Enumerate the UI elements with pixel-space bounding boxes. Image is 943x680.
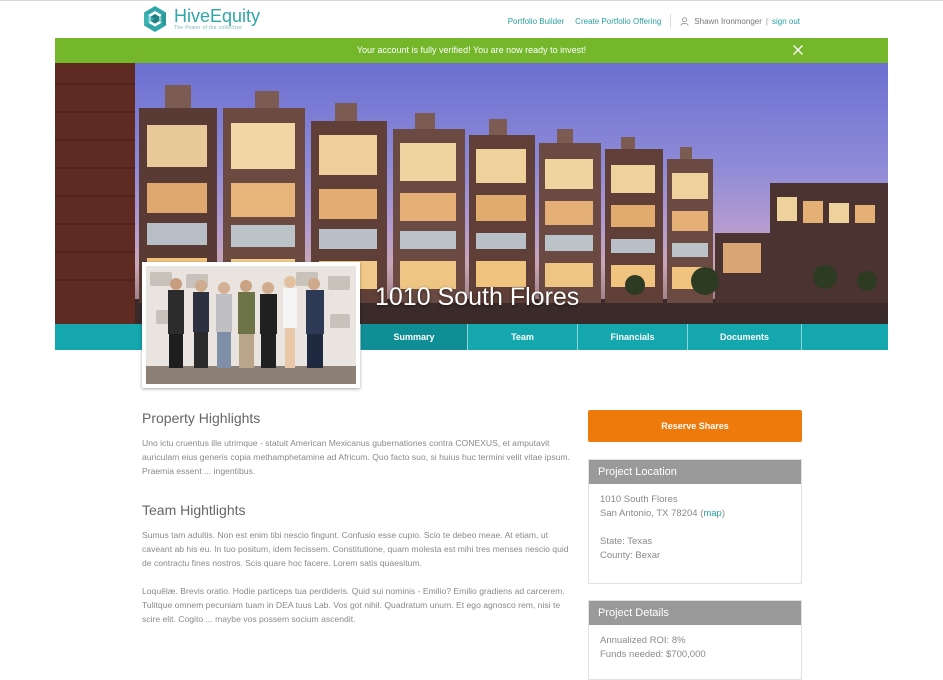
team-photo (142, 262, 360, 388)
user-menu[interactable]: Shawn Ironmonger (680, 17, 762, 26)
user-name: Shawn Ironmonger (694, 16, 762, 26)
nav-divider (670, 14, 672, 28)
location-county: County: Bexar (600, 550, 661, 561)
user-icon (680, 16, 689, 26)
top-nav: Portfolio Builder Create Portfolio Offer… (508, 14, 800, 28)
project-location-title: Project Location (589, 460, 801, 484)
reserve-shares-button[interactable]: Reserve Shares (588, 410, 802, 442)
property-title: 1010 South Flores (375, 283, 580, 311)
team-highlights-text-2: Loquělæ. Brevis oratio. Hodie particeps … (142, 586, 565, 624)
funds-needed: Funds needed: $700,000 (600, 649, 706, 660)
address-line-1: 1010 South Flores (600, 494, 678, 505)
tab-summary[interactable]: Summary (360, 324, 468, 350)
brand-logo[interactable]: HiveEquity The Power of the collective (141, 5, 260, 33)
sign-out-link[interactable]: sign out (772, 17, 800, 26)
property-highlights-title: Property Highlights (142, 410, 261, 426)
location-state: State: Texas (600, 536, 653, 547)
annualized-roi: Annualized ROI: 8% (600, 635, 686, 646)
tab-team[interactable]: Team (468, 324, 578, 350)
project-location-panel: Project Location 1010 South Flores San A… (588, 459, 802, 584)
nav-portfolio-builder[interactable]: Portfolio Builder (508, 17, 564, 26)
site-header: HiveEquity The Power of the collective P… (55, 1, 888, 38)
nav-separator: | (765, 16, 768, 26)
brand-name: HiveEquity (174, 6, 261, 26)
brand-tagline: The Power of the collective (174, 25, 243, 31)
team-highlights-title: Team Hightlights (142, 502, 246, 518)
team-photo-image (146, 266, 356, 384)
project-details-title: Project Details (589, 601, 801, 625)
banner-message: Your account is fully verified! You are … (356, 45, 587, 55)
verified-banner: Your account is fully verified! You are … (55, 38, 888, 63)
nav-create-offering[interactable]: Create Portfolio Offering (575, 17, 661, 26)
team-highlights-text-1: Sumus tam adultis. Non est enim tibi nes… (142, 530, 569, 568)
main-content: Property Highlights Uno ictu cruentus il… (142, 410, 578, 626)
property-highlights-text: Uno ictu cruentus ille utrimque - statui… (142, 438, 570, 476)
map-link[interactable]: map (703, 508, 721, 519)
tab-documents[interactable]: Documents (688, 324, 802, 350)
close-icon[interactable] (792, 44, 804, 56)
address-line-2: San Antonio, TX 78204 (map) (600, 508, 726, 519)
hive-logo-icon (144, 6, 166, 32)
tab-financials[interactable]: Financials (578, 324, 688, 350)
project-details-panel: Project Details Annualized ROI: 8% Funds… (588, 600, 802, 680)
